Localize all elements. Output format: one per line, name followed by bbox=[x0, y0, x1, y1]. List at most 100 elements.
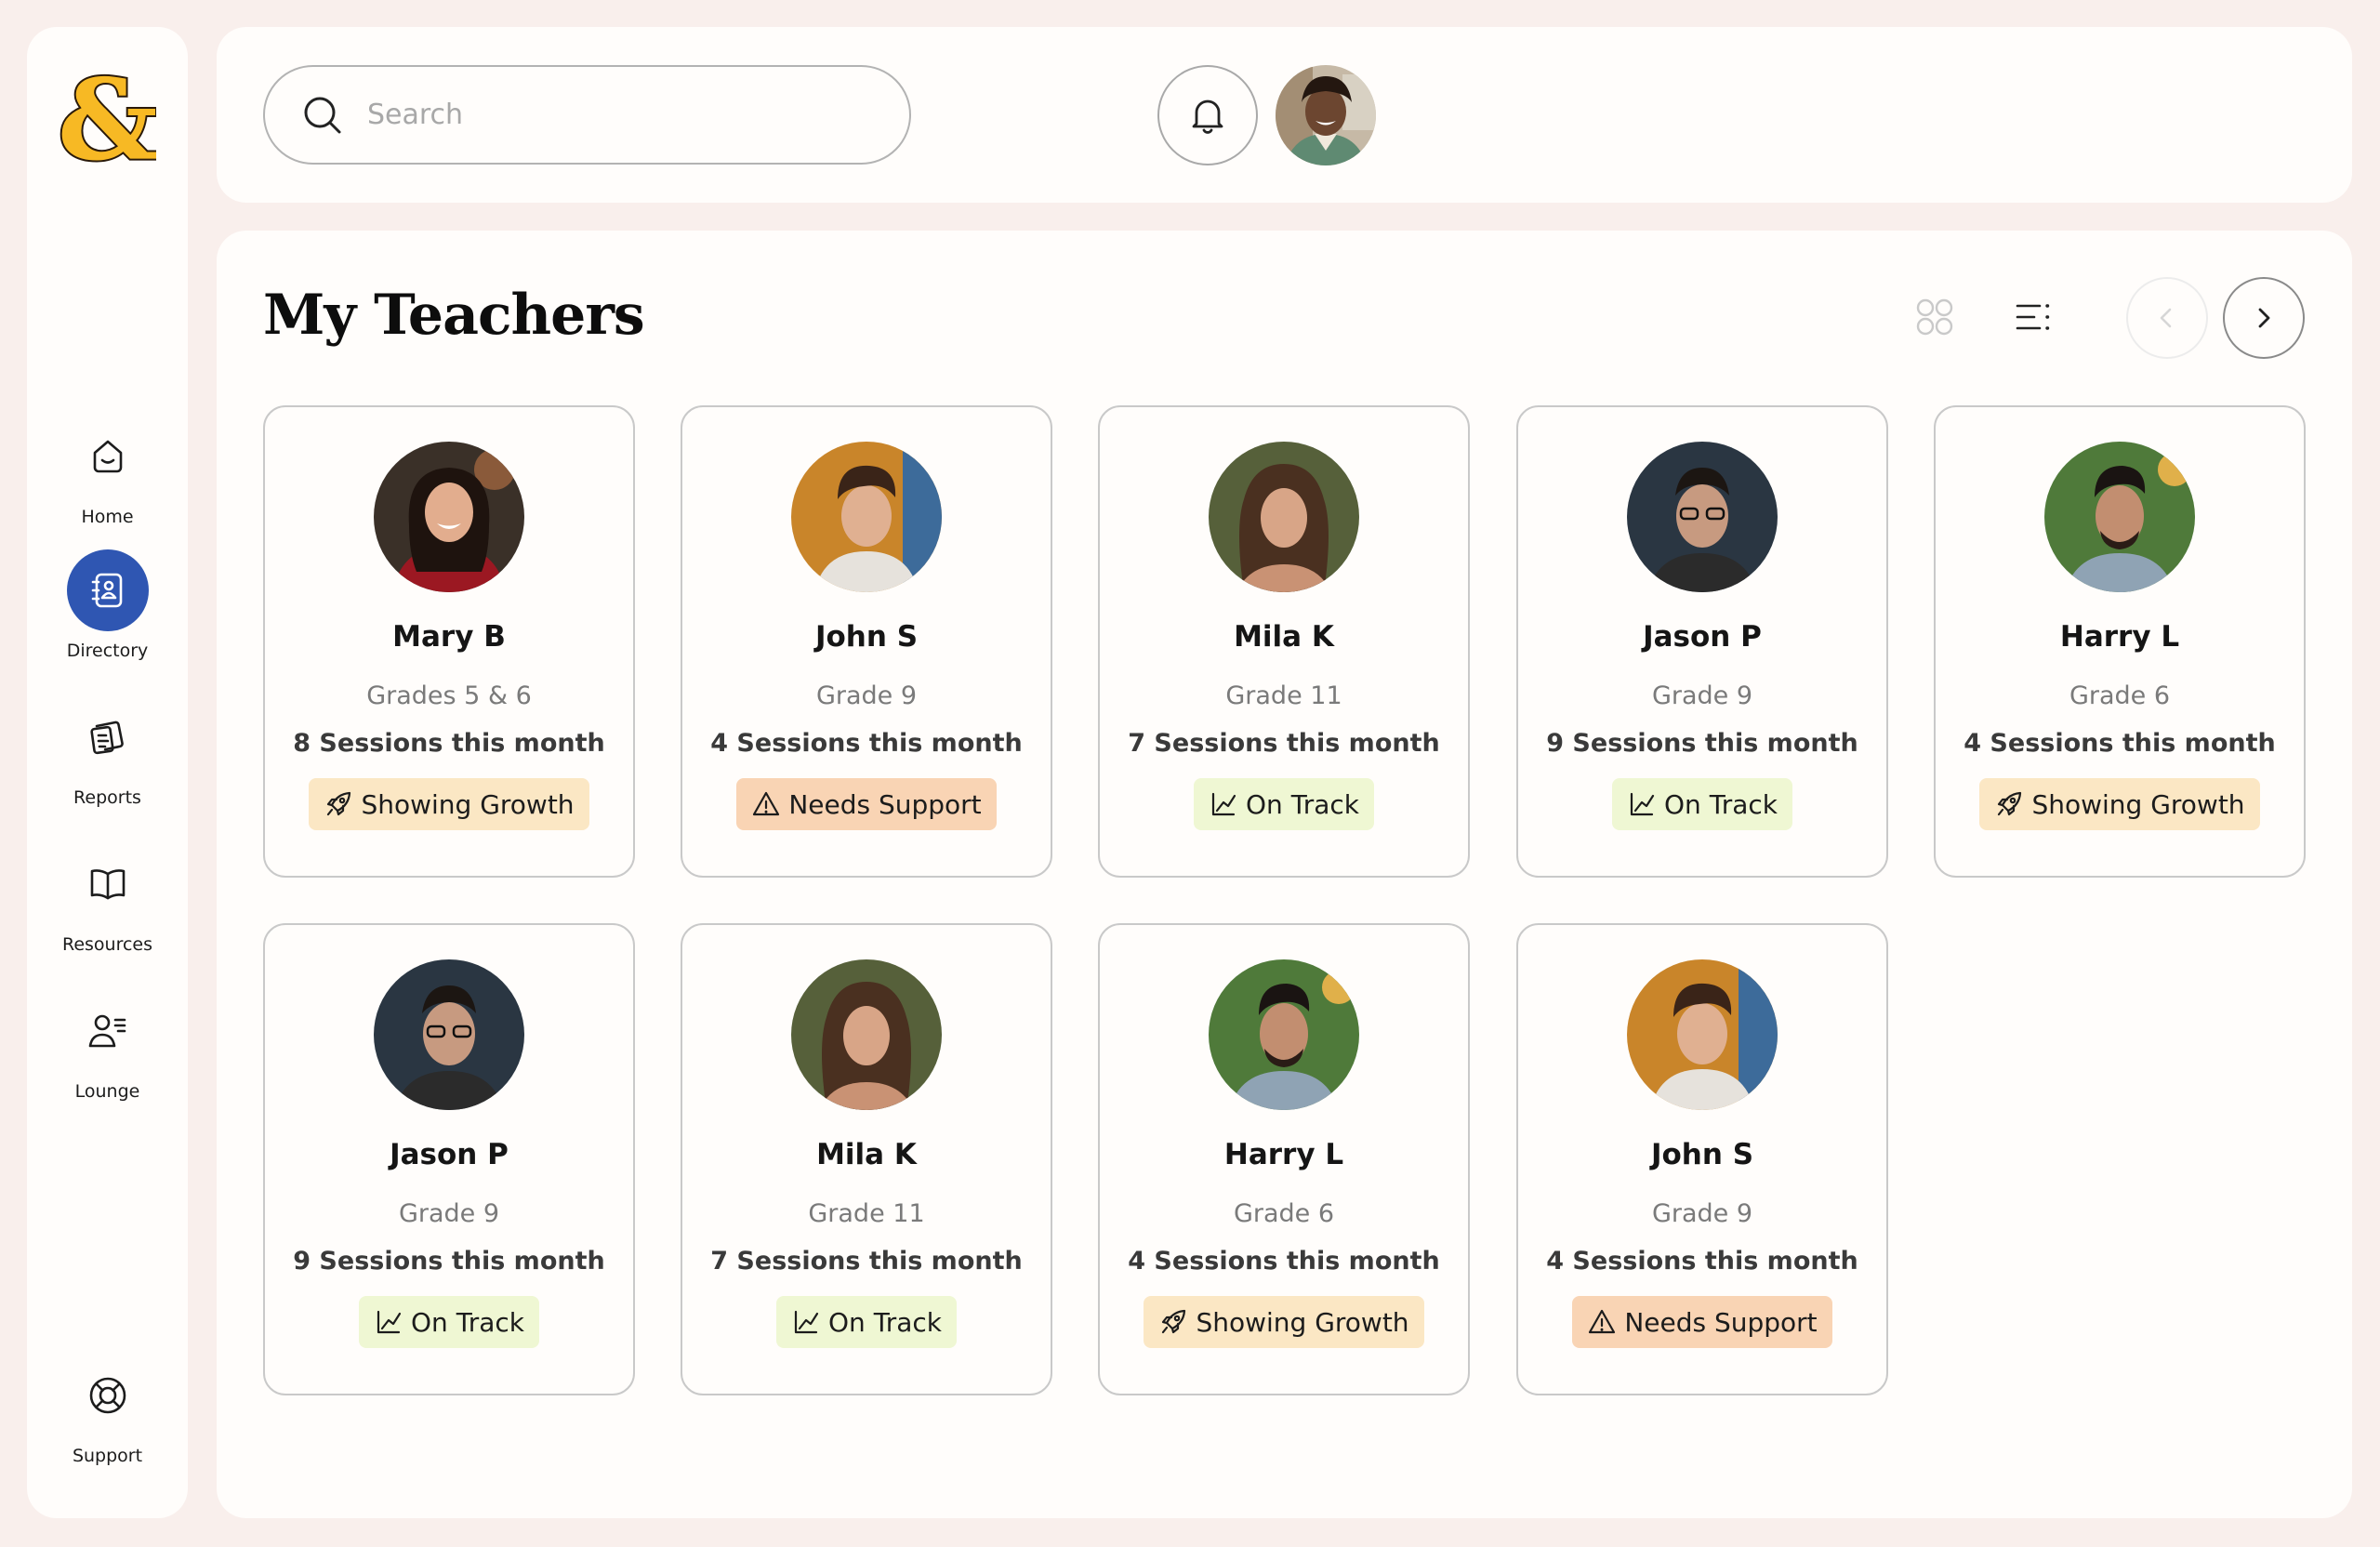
teacher-card[interactable]: Jason P Grade 9 9 Sessions this month On… bbox=[1516, 405, 1888, 878]
warning-icon bbox=[753, 791, 780, 816]
teacher-name: Mary B bbox=[392, 620, 506, 654]
teacher-grade: Grade 9 bbox=[398, 1199, 500, 1228]
teacher-grade: Grade 9 bbox=[1651, 681, 1753, 710]
sidebar-item-label: Lounge bbox=[74, 1081, 140, 1102]
list-view-icon bbox=[2016, 304, 2050, 330]
status-label: Needs Support bbox=[788, 788, 982, 820]
home-icon bbox=[67, 416, 149, 497]
teacher-card[interactable]: Mila K Grade 11 7 Sessions this month On… bbox=[1098, 405, 1470, 878]
sidebar-item-label: Resources bbox=[61, 934, 153, 955]
status-label: On Track bbox=[828, 1306, 942, 1338]
teacher-card[interactable]: John S Grade 9 4 Sessions this month Nee… bbox=[681, 405, 1052, 878]
teacher-sessions: 4 Sessions this month bbox=[710, 729, 1023, 758]
status-badge: On Track bbox=[359, 1296, 539, 1348]
teacher-card[interactable]: Mary B Grades 5 & 6 8 Sessions this mont… bbox=[263, 405, 635, 878]
trend-chart-icon bbox=[794, 1310, 819, 1334]
search-icon bbox=[304, 97, 341, 133]
status-label: On Track bbox=[411, 1306, 524, 1338]
teacher-avatar bbox=[1209, 959, 1359, 1110]
teacher-card[interactable]: Mila K Grade 11 7 Sessions this month On… bbox=[681, 923, 1052, 1395]
teacher-name: Mila K bbox=[816, 1138, 917, 1171]
status-label: On Track bbox=[1246, 788, 1359, 820]
teacher-grade: Grade 11 bbox=[808, 1199, 925, 1228]
teacher-name: John S bbox=[1650, 1138, 1754, 1171]
teacher-grade: Grade 9 bbox=[815, 681, 918, 710]
users-icon bbox=[67, 990, 149, 1072]
teacher-card[interactable]: Harry L Grade 6 4 Sessions this month Sh… bbox=[1934, 405, 2306, 878]
status-label: Showing Growth bbox=[361, 788, 575, 820]
teacher-name: John S bbox=[814, 620, 919, 654]
status-badge: Showing Growth bbox=[309, 778, 589, 830]
status-badge: Showing Growth bbox=[1979, 778, 2260, 830]
teacher-name: Harry L bbox=[2059, 620, 2180, 654]
teacher-name: Harry L bbox=[1223, 1138, 1344, 1171]
teacher-avatar bbox=[1209, 442, 1359, 592]
teacher-card[interactable]: Harry L Grade 6 4 Sessions this month Sh… bbox=[1098, 923, 1470, 1395]
status-label: Needs Support bbox=[1624, 1306, 1818, 1338]
status-badge: On Track bbox=[1612, 778, 1792, 830]
teacher-avatar bbox=[1627, 959, 1778, 1110]
teacher-sessions: 7 Sessions this month bbox=[710, 1247, 1023, 1276]
trend-chart-icon bbox=[1630, 792, 1655, 816]
sidebar-item-support[interactable]: Support bbox=[27, 1355, 188, 1466]
sidebar-item-label: Reports bbox=[73, 787, 141, 808]
grid-view-button[interactable] bbox=[1909, 291, 1961, 343]
status-label: Showing Growth bbox=[2031, 788, 2245, 820]
sidebar-item-directory[interactable]: Directory bbox=[27, 549, 188, 661]
next-page-button[interactable] bbox=[2223, 277, 2305, 359]
trend-chart-icon bbox=[1211, 792, 1236, 816]
teacher-card[interactable]: Jason P Grade 9 9 Sessions this month On… bbox=[263, 923, 635, 1395]
teacher-sessions: 4 Sessions this month bbox=[1964, 729, 2276, 758]
teacher-name: Jason P bbox=[390, 1138, 509, 1171]
teacher-card[interactable]: John S Grade 9 4 Sessions this month Nee… bbox=[1516, 923, 1888, 1395]
teacher-grade: Grade 9 bbox=[1651, 1199, 1753, 1228]
status-badge: Needs Support bbox=[736, 778, 997, 830]
reports-icon bbox=[67, 696, 149, 778]
ampersand-logo[interactable]: & bbox=[60, 66, 156, 173]
sidebar-item-reports[interactable]: Reports bbox=[27, 696, 188, 808]
sidebar-item-lounge[interactable]: Lounge bbox=[27, 990, 188, 1102]
search-box[interactable] bbox=[263, 65, 911, 165]
teacher-sessions: 9 Sessions this month bbox=[1546, 729, 1858, 758]
grid-view-icon bbox=[1916, 298, 1953, 336]
teacher-avatar bbox=[791, 959, 942, 1110]
rocket-icon bbox=[1162, 1309, 1186, 1334]
teacher-sessions: 4 Sessions this month bbox=[1128, 1247, 1440, 1276]
sidebar-item-home[interactable]: Home bbox=[27, 416, 188, 527]
status-badge: On Track bbox=[1194, 778, 1374, 830]
status-badge: Showing Growth bbox=[1144, 1296, 1424, 1348]
lifebuoy-icon bbox=[67, 1355, 149, 1436]
chevron-left-icon bbox=[2160, 308, 2172, 328]
rocket-icon bbox=[1998, 791, 2022, 816]
teacher-name: Mila K bbox=[1234, 620, 1334, 654]
teacher-sessions: 4 Sessions this month bbox=[1546, 1247, 1858, 1276]
status-label: On Track bbox=[1664, 788, 1778, 820]
page-title: My Teachers bbox=[263, 283, 645, 348]
status-badge: On Track bbox=[776, 1296, 957, 1348]
teacher-grade: Grades 5 & 6 bbox=[366, 681, 532, 710]
chevron-right-icon bbox=[2258, 308, 2270, 328]
status-badge: Needs Support bbox=[1572, 1296, 1832, 1348]
trend-chart-icon bbox=[377, 1310, 402, 1334]
contact-book-icon bbox=[66, 549, 149, 631]
teacher-name: Jason P bbox=[1643, 620, 1762, 654]
teacher-avatar bbox=[374, 442, 524, 592]
previous-page-button[interactable] bbox=[2126, 277, 2208, 359]
teacher-sessions: 8 Sessions this month bbox=[293, 729, 605, 758]
status-label: Showing Growth bbox=[1196, 1306, 1409, 1338]
list-view-button[interactable] bbox=[2006, 291, 2058, 343]
teacher-avatar bbox=[2044, 442, 2195, 592]
main-panel: My Teachers Mary B Grades 5 & 6 8 Sessio… bbox=[217, 231, 2352, 1518]
teacher-sessions: 7 Sessions this month bbox=[1128, 729, 1440, 758]
search-input[interactable] bbox=[367, 99, 888, 131]
bell-icon bbox=[1192, 99, 1223, 134]
sidebar-item-resources[interactable]: Resources bbox=[27, 843, 188, 955]
sidebar: & Home Directory Reports Resources Loung… bbox=[27, 27, 188, 1518]
teacher-sessions: 9 Sessions this month bbox=[293, 1247, 605, 1276]
teacher-grade: Grade 6 bbox=[2069, 681, 2171, 710]
user-avatar[interactable] bbox=[1276, 65, 1376, 165]
sidebar-item-label: Home bbox=[81, 507, 134, 527]
teacher-avatar bbox=[374, 959, 524, 1110]
notifications-button[interactable] bbox=[1157, 65, 1258, 165]
svg-text:&: & bbox=[60, 66, 156, 173]
